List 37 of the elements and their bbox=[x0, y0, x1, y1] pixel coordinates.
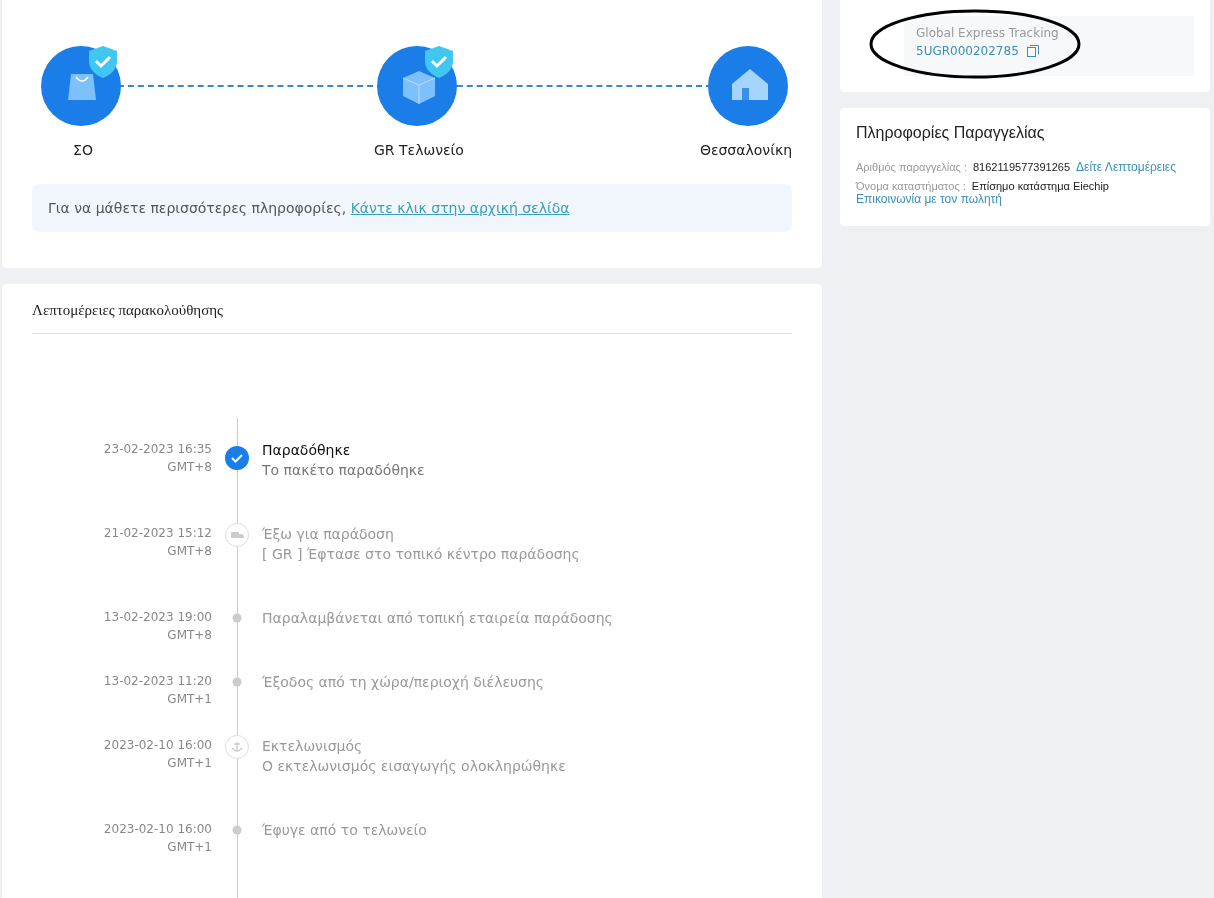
card-title: Πληροφορίες Παραγγελίας bbox=[856, 124, 1046, 142]
event-time: 13-02-2023 19:00 bbox=[103, 609, 212, 626]
step-label: Θεσσαλονίκη bbox=[699, 142, 792, 158]
event-detail: Ο εκτελωνισμός εισαγωγής ολοκληρώθηκε bbox=[262, 757, 567, 776]
field-label: Αριθμός παραγγελίας : bbox=[856, 161, 967, 173]
event-timezone: GMT+8 bbox=[167, 543, 212, 560]
event-time: 2023-02-10 16:00 bbox=[103, 737, 212, 754]
event-title: Εκτελωνισμός bbox=[262, 737, 364, 756]
step-label: GR Τελωνείο bbox=[374, 142, 464, 158]
field-value: 8162119577391265 bbox=[973, 161, 1071, 173]
event-timezone: GMT+8 bbox=[167, 459, 212, 476]
event-time: 23-02-2023 16:35 bbox=[103, 441, 212, 458]
event-title: Έξοδος από τη χώρα/περιοχή διέλευσης bbox=[262, 673, 546, 692]
event-time: 21-02-2023 15:12 bbox=[103, 525, 212, 542]
event-title: Έξω για παράδοση bbox=[262, 525, 395, 544]
carrier-label: Global Express Tracking bbox=[916, 26, 1060, 40]
event-detail: Το πακέτο παραδόθηκε bbox=[262, 461, 426, 480]
event-timezone: GMT+8 bbox=[167, 627, 212, 644]
field-value: Επίσημο κατάστημα Eiechip bbox=[971, 180, 1109, 192]
section-title: Λεπτομέρειες παρακολούθησης bbox=[32, 302, 792, 334]
event-timezone: GMT+1 bbox=[167, 839, 212, 856]
event-time: 13-02-2023 11:20 bbox=[103, 673, 212, 690]
tracking-number: 5UGR000202785 bbox=[916, 44, 1019, 58]
event-detail: [ GR ] Έφτασε στο τοπικό κέντρο παράδοσης bbox=[262, 545, 581, 564]
home-link[interactable]: Κάντε κλικ στην αρχική σελίδα bbox=[350, 200, 570, 216]
event-timezone: GMT+1 bbox=[167, 755, 212, 772]
event-time: 2023-02-10 16:00 bbox=[103, 821, 212, 838]
event-title: Έφυγε από το τελωνείο bbox=[262, 821, 428, 840]
copy-icon[interactable] bbox=[1026, 45, 1039, 57]
field-label: Όνομα καταστήματος : bbox=[856, 180, 966, 192]
step-label: ΣΟ bbox=[73, 142, 93, 158]
details-link[interactable]: Δείτε Λεπτομέρειες bbox=[1076, 160, 1176, 174]
contact-link[interactable]: Επικοινωνία με τον πωλητή bbox=[856, 192, 1200, 206]
event-title: Παραλαμβάνεται από τοπική εταιρεία παράδοσης bbox=[262, 609, 614, 628]
event-title: Παραδόθηκε bbox=[262, 441, 352, 460]
event-timezone: GMT+1 bbox=[167, 691, 212, 708]
note-text: Για να μάθετε περισσότερες πληροφορίες, bbox=[48, 200, 348, 216]
